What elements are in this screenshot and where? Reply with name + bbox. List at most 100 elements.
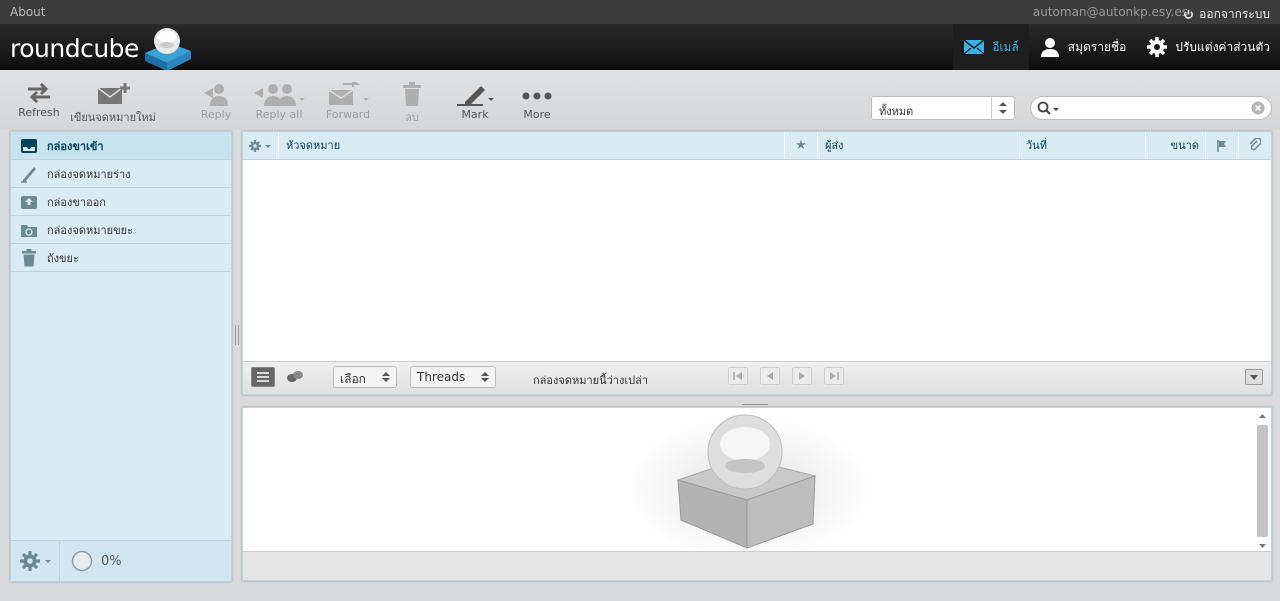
- gear-icon: [20, 551, 51, 571]
- quota-pie-icon: [71, 550, 93, 572]
- compose-button[interactable]: เขียนจดหมายใหม่: [68, 82, 158, 124]
- search-input[interactable]: [1063, 99, 1247, 119]
- message-preview-pane: [242, 407, 1272, 581]
- task-settings[interactable]: ปรับแต่งค่าส่วนตัว: [1136, 24, 1280, 70]
- chevron-down-icon: [1250, 375, 1258, 380]
- message-list-header: หัวจดหมาย ★ ผู้ส่ง วันที่ ขนาด: [243, 132, 1271, 160]
- reply-all-button[interactable]: Reply all: [246, 82, 312, 124]
- preview-footer: [243, 551, 1271, 580]
- about-link[interactable]: About: [10, 5, 45, 19]
- reply-button[interactable]: Reply: [186, 82, 246, 124]
- refresh-button[interactable]: Refresh: [9, 82, 69, 124]
- trash-icon: [403, 82, 421, 106]
- next-page-icon: [799, 372, 805, 380]
- mark-label: Mark: [461, 108, 489, 121]
- threads-menu-button[interactable]: Threads: [410, 366, 496, 388]
- delete-button[interactable]: ลบ: [382, 82, 442, 124]
- logout-button[interactable]: ออกจากระบบ: [1183, 5, 1270, 24]
- task-mail[interactable]: อีเมล์: [953, 24, 1029, 70]
- column-flag-star[interactable]: ★: [785, 132, 818, 159]
- list-mode-button[interactable]: [251, 367, 275, 387]
- more-label: More: [523, 108, 551, 121]
- folder-junk[interactable]: กล่องจดหมายขยะ: [11, 216, 231, 244]
- task-contacts-label: สมุดรายชื่อ: [1067, 39, 1127, 54]
- threads-menu-label: Threads: [417, 370, 466, 384]
- search-reset-icon[interactable]: [1251, 101, 1265, 115]
- refresh-icon: [28, 82, 50, 104]
- reply-all-icon: [254, 84, 305, 106]
- folder-trash[interactable]: ถังขยะ: [11, 244, 231, 272]
- forward-icon: [328, 82, 369, 105]
- select-arrows-icon: [382, 372, 390, 382]
- trash-icon: [22, 248, 36, 266]
- search-box[interactable]: [1030, 96, 1272, 120]
- reply-label: Reply: [200, 108, 232, 121]
- username-label: automan@autonkp.esy.es: [1032, 5, 1188, 19]
- select-menu-button[interactable]: เลือก: [333, 366, 397, 388]
- list-icon: [257, 372, 269, 382]
- folder-pane-footer: 0%: [11, 540, 231, 581]
- first-page-button[interactable]: [728, 367, 748, 385]
- refresh-label: Refresh: [18, 106, 60, 119]
- message-list: หัวจดหมาย ★ ผู้ส่ง วันที่ ขนาด เลือก Thr…: [242, 131, 1272, 395]
- column-attachment[interactable]: [1239, 132, 1271, 159]
- last-page-icon: [830, 372, 839, 380]
- flag-icon: [1217, 140, 1226, 152]
- search-options-icon[interactable]: [1037, 101, 1061, 117]
- compose-icon: [97, 83, 130, 104]
- task-contacts[interactable]: สมุดรายชื่อ: [1029, 24, 1137, 70]
- select-arrows-icon: [481, 372, 489, 382]
- task-settings-label: ปรับแต่งค่าส่วนตัว: [1175, 39, 1270, 54]
- column-subject[interactable]: หัวจดหมาย: [279, 132, 785, 159]
- column-size[interactable]: ขนาด: [1146, 132, 1206, 159]
- more-button[interactable]: More: [507, 82, 567, 124]
- previous-page-icon: [767, 372, 773, 380]
- pane-splitter-vertical[interactable]: [234, 325, 240, 345]
- settings-icon: [1147, 37, 1168, 57]
- folder-inbox[interactable]: กล่องขาเข้า: [11, 132, 231, 160]
- folder-drafts[interactable]: กล่องจดหมายร่าง: [11, 160, 231, 188]
- previous-page-button[interactable]: [760, 367, 780, 385]
- header: roundcube อีเมล์ สมุดรายชื่อ ปรับแต่งค่า…: [0, 24, 1280, 71]
- first-page-icon: [733, 372, 742, 380]
- list-options-button[interactable]: [243, 132, 279, 159]
- mark-button[interactable]: Mark: [445, 82, 505, 124]
- threads-icon: [287, 371, 303, 382]
- mail-icon: [963, 39, 985, 55]
- quota-display: 0%: [71, 541, 122, 581]
- logo-icon: [144, 28, 191, 71]
- filter-value: ทั้งหมด: [879, 105, 914, 118]
- mark-icon: [457, 86, 494, 106]
- forward-label: Forward: [325, 108, 371, 121]
- pane-splitter-horizontal[interactable]: [742, 398, 768, 408]
- task-mail-label: อีเมล์: [992, 39, 1019, 54]
- quota-text: 0%: [101, 553, 122, 569]
- roundcube-logo[interactable]: roundcube: [10, 28, 193, 71]
- reply-icon: [204, 84, 228, 106]
- folder-sent[interactable]: กล่องขาออก: [11, 188, 231, 216]
- folder-drafts-label: กล่องจดหมายร่าง: [47, 167, 131, 181]
- toggle-preview-button[interactable]: [1245, 369, 1263, 385]
- preview-scrollbar[interactable]: [1256, 410, 1269, 552]
- message-list-footer: เลือก Threads กล่องจดหมายนี้ว่างเปล่า: [243, 361, 1271, 394]
- star-icon: ★: [795, 138, 807, 153]
- junk-icon: [21, 224, 37, 237]
- last-page-button[interactable]: [824, 367, 844, 385]
- compose-label: เขียนจดหมายใหม่: [70, 111, 156, 124]
- logo-text: roundcube: [10, 33, 139, 63]
- folder-options-button[interactable]: [11, 541, 60, 581]
- select-menu-label: เลือก: [340, 372, 366, 386]
- delete-label: ลบ: [405, 111, 419, 124]
- inbox-icon: [21, 138, 37, 153]
- threads-mode-button[interactable]: [283, 368, 307, 386]
- folder-pane: กล่องขาเข้า กล่องจดหมายร่าง กล่องขาออก ก…: [10, 131, 232, 582]
- filter-select[interactable]: ทั้งหมด: [871, 96, 1015, 120]
- next-page-button[interactable]: [792, 367, 812, 385]
- column-from[interactable]: ผู้ส่ง: [818, 132, 1020, 159]
- message-list-body: [243, 160, 1271, 363]
- logout-label: ออกจากระบบ: [1199, 7, 1270, 21]
- column-date[interactable]: วันที่: [1020, 132, 1146, 159]
- select-arrows-icon: [991, 97, 1014, 119]
- column-flag[interactable]: [1206, 132, 1239, 159]
- forward-button[interactable]: Forward: [318, 82, 378, 124]
